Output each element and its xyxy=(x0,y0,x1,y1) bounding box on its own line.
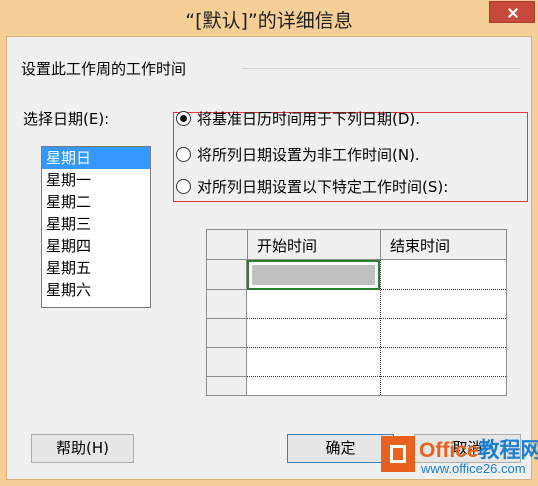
table-cell-start-time[interactable] xyxy=(247,260,380,290)
row-divider xyxy=(207,318,247,319)
office-logo-icon xyxy=(381,436,415,472)
office-logo-inner xyxy=(390,445,406,463)
row-divider xyxy=(207,376,247,377)
watermark: Office教程网 www.office26.com xyxy=(381,434,538,480)
column-header-end: 结束时间 xyxy=(390,237,451,255)
option-nonworking-time[interactable]: 将所列日期设置为非工作时间(N). xyxy=(176,143,420,165)
weekday-item-thursday[interactable]: 星期四 xyxy=(42,235,150,257)
cell-selection xyxy=(252,265,375,285)
weekday-list[interactable]: 星期日 星期一 星期二 星期三 星期四 星期五 星期六 xyxy=(41,146,151,308)
group-label: 设置此工作周的工作时间 xyxy=(21,60,187,78)
row-gridline xyxy=(247,318,506,319)
watermark-brand-cn: 教程网 xyxy=(478,439,538,462)
option-use-base-calendar[interactable]: 将基准日历时间用于下列日期(D). xyxy=(176,107,420,129)
radio-unchecked-icon[interactable] xyxy=(176,178,191,194)
watermark-url: www.office26.com xyxy=(421,461,526,476)
row-divider xyxy=(207,289,247,290)
row-gridline xyxy=(247,347,506,348)
close-button[interactable] xyxy=(489,1,535,23)
option-label: 将基准日历时间用于下列日期(D). xyxy=(197,109,421,128)
weekday-item-friday[interactable]: 星期五 xyxy=(42,257,150,279)
table-header: 开始时间 结束时间 xyxy=(207,230,506,260)
weekday-item-monday[interactable]: 星期一 xyxy=(42,169,150,191)
select-date-label: 选择日期(E): xyxy=(23,110,110,128)
column-gridline xyxy=(380,260,381,395)
row-gridline xyxy=(247,376,506,377)
weekday-item-sunday[interactable]: 星期日 xyxy=(42,147,150,169)
window-title: “[默认]”的详细信息 xyxy=(185,10,353,32)
option-label: 将所列日期设置为非工作时间(N). xyxy=(197,145,420,164)
column-header-start: 开始时间 xyxy=(257,237,318,255)
working-time-table[interactable]: 开始时间 结束时间 xyxy=(206,229,507,396)
weekday-item-saturday[interactable]: 星期六 xyxy=(42,279,150,301)
radio-unchecked-icon[interactable] xyxy=(176,146,191,162)
option-specific-working-time[interactable]: 对所列日期设置以下特定工作时间(S): xyxy=(176,175,448,197)
help-button[interactable]: 帮助(H) xyxy=(31,434,134,463)
option-label: 对所列日期设置以下特定工作时间(S): xyxy=(197,177,449,196)
ok-button[interactable]: 确定 xyxy=(287,434,394,463)
watermark-brand: Office教程网 xyxy=(419,434,538,464)
title-bar[interactable]: “[默认]”的详细信息 xyxy=(0,0,538,36)
column-divider xyxy=(380,230,381,260)
row-divider xyxy=(207,347,247,348)
radio-checked-icon[interactable] xyxy=(176,110,191,126)
row-headers xyxy=(207,260,247,395)
weekday-item-tuesday[interactable]: 星期二 xyxy=(42,191,150,213)
column-divider xyxy=(247,230,248,260)
weekday-item-wednesday[interactable]: 星期三 xyxy=(42,213,150,235)
watermark-brand-en: Office xyxy=(419,439,479,462)
group-divider xyxy=(242,68,520,69)
dialog-window: “[默认]”的详细信息 设置此工作周的工作时间 选择日期(E): 星期日 星期一… xyxy=(0,0,538,486)
